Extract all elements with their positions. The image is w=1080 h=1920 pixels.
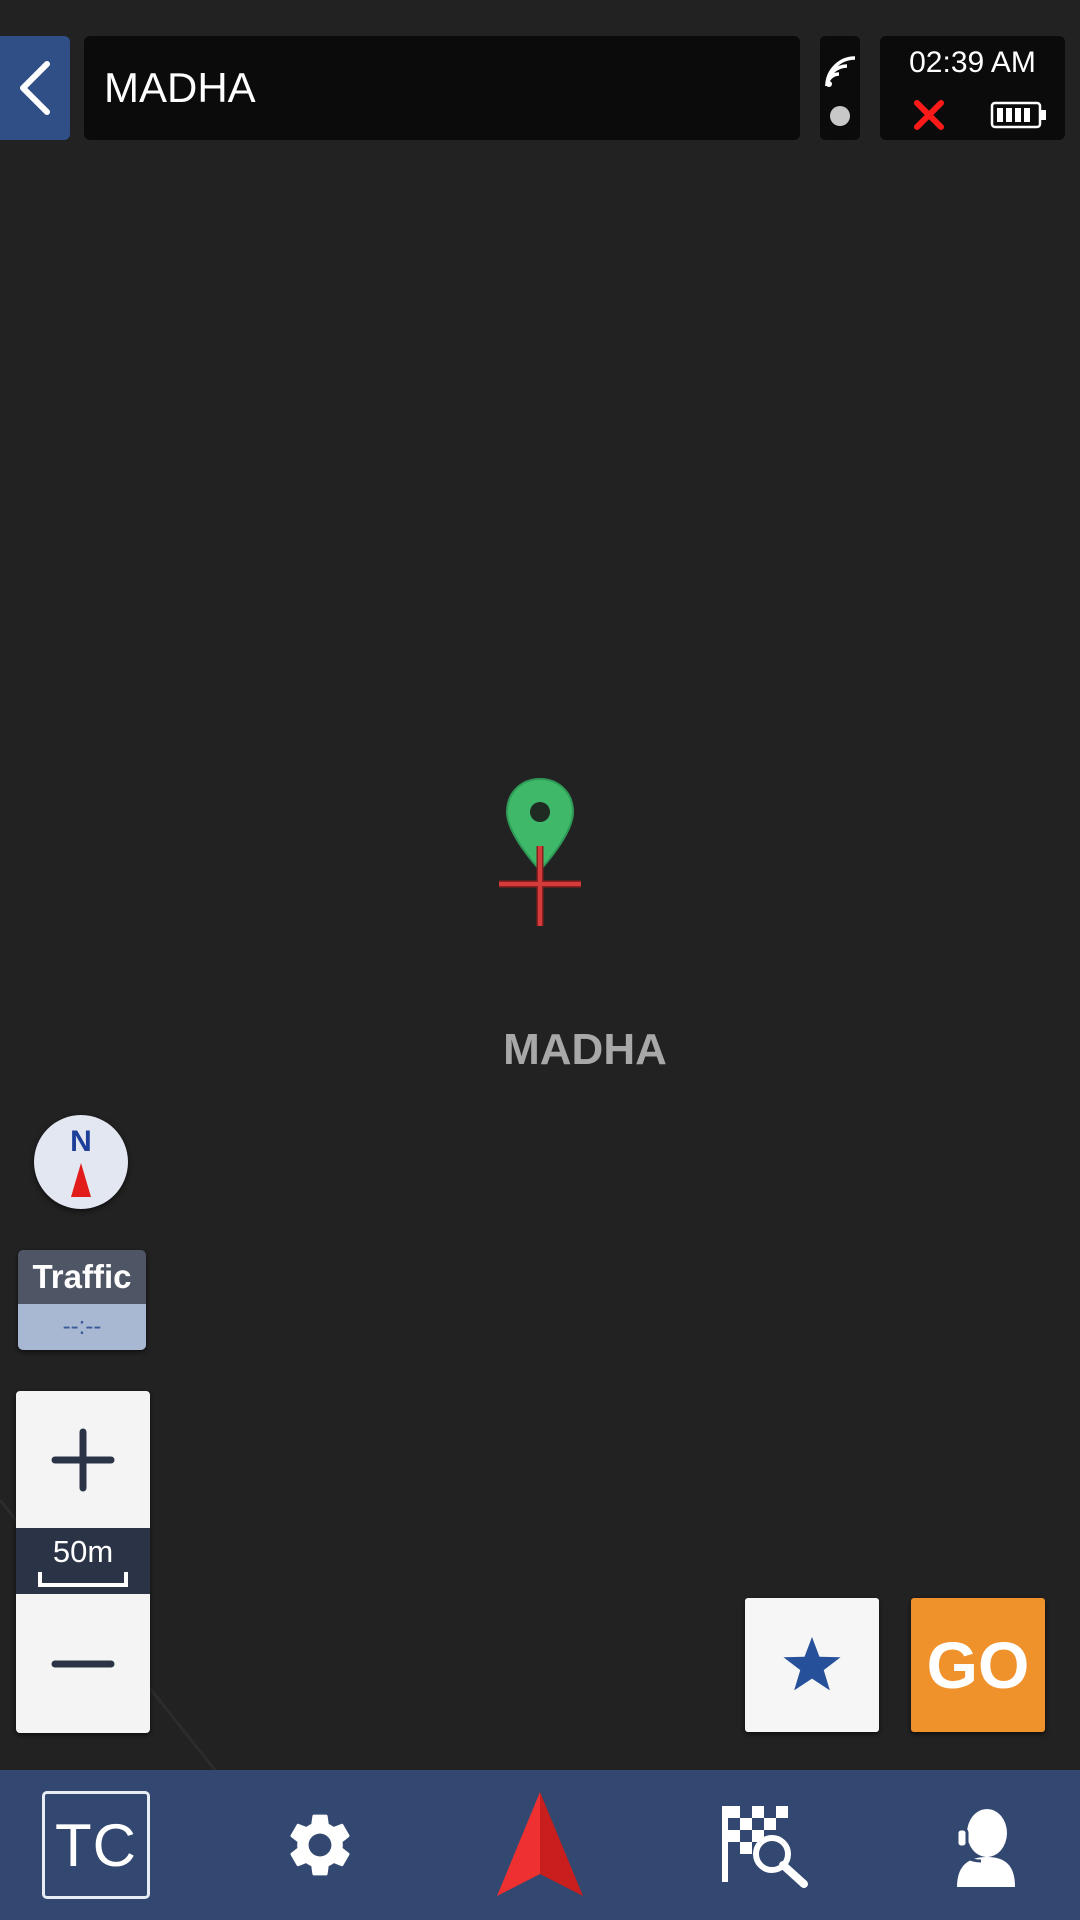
chevron-left-icon (20, 61, 50, 115)
status-panel: 02:39 AM (880, 36, 1065, 140)
north-arrow-icon (71, 1163, 91, 1197)
road-line (0, 1499, 217, 1770)
signal-indicator (820, 36, 860, 140)
scale-bar-icon (38, 1572, 128, 1587)
map-place-label: MADHA (503, 1025, 667, 1074)
gear-icon (290, 1814, 350, 1876)
zoom-out-button[interactable] (16, 1594, 150, 1733)
close-icon (914, 100, 944, 130)
tc-label: TC (42, 1791, 150, 1899)
traffic-button[interactable]: Traffic --:-- (18, 1250, 146, 1350)
map-canvas[interactable] (0, 150, 1080, 1770)
favorite-button[interactable] (745, 1598, 879, 1732)
go-label: GO (926, 1628, 1030, 1702)
destination-search-button[interactable] (700, 1770, 830, 1920)
minus-icon (51, 1660, 115, 1667)
navigation-arrow-icon (497, 1792, 583, 1896)
location-title[interactable]: MADHA (84, 36, 800, 140)
compass-north-label: N (70, 1125, 92, 1158)
go-button[interactable]: GO (911, 1598, 1045, 1732)
battery-icon (990, 101, 1046, 129)
clock-time: 02:39 AM (909, 46, 1036, 79)
navigate-button[interactable] (480, 1770, 600, 1920)
back-button[interactable] (0, 36, 70, 140)
settings-button[interactable] (260, 1770, 380, 1920)
star-icon (783, 1637, 841, 1691)
compass-button[interactable]: N (34, 1115, 128, 1209)
bottom-nav-bar: TC (0, 1770, 1080, 1920)
zoom-in-button[interactable] (16, 1391, 150, 1528)
location-title-text: MADHA (104, 64, 256, 111)
headset-support-icon (955, 1804, 1015, 1887)
wifi-signal-icon (825, 56, 856, 126)
zoom-control: 50m (16, 1391, 150, 1733)
checkered-flag-search-icon (722, 1806, 808, 1888)
traffic-label: Traffic (18, 1250, 146, 1304)
map-scale: 50m (16, 1528, 150, 1594)
scale-label: 50m (52, 1534, 114, 1569)
plus-icon (51, 1428, 115, 1491)
support-button[interactable] (925, 1770, 1045, 1920)
crosshair-icon (499, 846, 581, 926)
traffic-value: --:-- (18, 1304, 146, 1350)
tc-button[interactable]: TC (40, 1770, 152, 1920)
